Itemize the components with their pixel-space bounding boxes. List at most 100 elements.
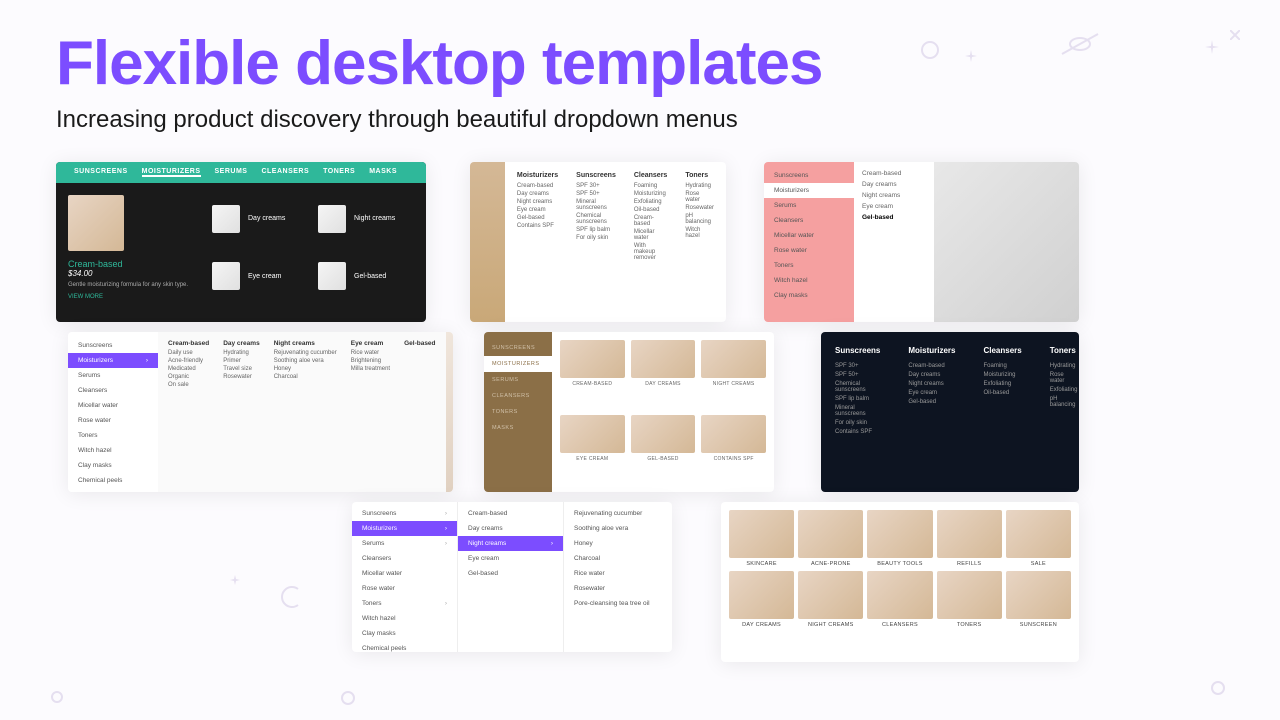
- drill-item[interactable]: Witch hazel: [352, 611, 457, 626]
- sidebar-item[interactable]: Cleansers: [68, 383, 158, 398]
- sidebar-item[interactable]: Moisturizers: [764, 183, 854, 198]
- sidebar-item[interactable]: Micellar water: [68, 398, 158, 413]
- sidebar-item[interactable]: CLEANSERS: [484, 388, 552, 404]
- sidebar-item[interactable]: SERUMS: [484, 372, 552, 388]
- drill-item[interactable]: Pore-cleansing tea tree oil: [564, 596, 670, 611]
- menu-item[interactable]: Day creams: [862, 181, 926, 188]
- category-tile[interactable]: SKINCARE: [729, 510, 794, 567]
- menu-item[interactable]: Medicated: [168, 366, 209, 372]
- sidebar-item[interactable]: Serums: [764, 198, 854, 213]
- sidebar-item[interactable]: Witch hazel: [68, 443, 158, 458]
- drill-item[interactable]: Moisturizers: [352, 521, 457, 536]
- menu-item[interactable]: Travel size: [223, 366, 260, 372]
- nav-tab[interactable]: SERUMS: [215, 168, 248, 177]
- drill-item[interactable]: Night creams: [458, 536, 563, 551]
- product-title[interactable]: Cream-based: [68, 259, 198, 269]
- menu-item[interactable]: With makeup remover: [634, 243, 667, 261]
- menu-item[interactable]: Exfoliating: [634, 199, 667, 205]
- menu-item[interactable]: Gel-based: [908, 399, 955, 405]
- menu-item[interactable]: Mineral sunscreens: [576, 199, 616, 211]
- nav-tab[interactable]: MASKS: [369, 168, 397, 177]
- menu-item[interactable]: Daily use: [168, 350, 209, 356]
- menu-item[interactable]: Hydrating: [223, 350, 260, 356]
- menu-item[interactable]: Foaming: [634, 183, 667, 189]
- grid-item[interactable]: NIGHT CREAMS: [701, 340, 766, 409]
- drill-item[interactable]: Charcoal: [564, 551, 670, 566]
- drill-item[interactable]: Rosewater: [564, 581, 670, 596]
- grid-item[interactable]: EYE CREAM: [560, 415, 625, 484]
- menu-item[interactable]: For oily skin: [835, 420, 880, 426]
- menu-item[interactable]: pH balancing: [1050, 396, 1078, 408]
- category-tile[interactable]: NIGHT CREAMS: [798, 571, 863, 628]
- nav-tab[interactable]: SUNSCREENS: [74, 168, 128, 177]
- menu-item[interactable]: Night creams: [908, 381, 955, 387]
- sidebar-item[interactable]: SUNSCREENS: [484, 340, 552, 356]
- menu-item[interactable]: Acne-friendly: [168, 358, 209, 364]
- column-heading[interactable]: Cream-based: [168, 340, 209, 347]
- menu-item[interactable]: Eye cream: [862, 203, 926, 210]
- nav-tab[interactable]: MOISTURIZERS: [142, 168, 201, 177]
- menu-item[interactable]: SPF 30+: [835, 363, 880, 369]
- menu-item[interactable]: Night creams: [318, 195, 414, 243]
- sidebar-item[interactable]: Cleansers: [764, 213, 854, 228]
- menu-item[interactable]: SPF 50+: [835, 372, 880, 378]
- menu-item[interactable]: Organic: [168, 374, 209, 380]
- menu-item[interactable]: Night creams: [517, 199, 558, 205]
- category-tile[interactable]: TONERS: [937, 571, 1002, 628]
- menu-item[interactable]: Day creams: [517, 191, 558, 197]
- drill-item[interactable]: Honey: [564, 536, 670, 551]
- menu-item[interactable]: Day creams: [212, 195, 308, 243]
- drill-item[interactable]: Eye cream: [458, 551, 563, 566]
- menu-item[interactable]: Cream-based: [908, 363, 955, 369]
- menu-item[interactable]: Hydrating: [1050, 363, 1078, 369]
- menu-item[interactable]: Eye cream: [517, 207, 558, 213]
- column-heading[interactable]: Gel-based: [404, 340, 435, 347]
- menu-item[interactable]: Rose water: [685, 191, 714, 203]
- sidebar-item[interactable]: TONERS: [484, 404, 552, 420]
- menu-item[interactable]: Rejuvenating cucumber: [274, 350, 337, 356]
- menu-item[interactable]: Night creams: [862, 192, 926, 199]
- menu-item[interactable]: Milla treatment: [351, 366, 390, 372]
- menu-item[interactable]: SPF lip balm: [576, 227, 616, 233]
- sidebar-item[interactable]: Moisturizers›: [68, 353, 158, 368]
- drill-item[interactable]: Sunscreens: [352, 506, 457, 521]
- menu-item[interactable]: Gel-based: [862, 214, 926, 221]
- grid-item[interactable]: CREAM-BASED: [560, 340, 625, 409]
- drill-item[interactable]: Rice water: [564, 566, 670, 581]
- menu-item[interactable]: Day creams: [908, 372, 955, 378]
- menu-item[interactable]: Witch hazel: [685, 227, 714, 239]
- sidebar-item[interactable]: MASKS: [484, 420, 552, 436]
- sidebar-item[interactable]: Sunscreens: [68, 338, 158, 353]
- drill-item[interactable]: Chemical peels: [352, 641, 457, 652]
- grid-item[interactable]: GEL-BASED: [631, 415, 696, 484]
- menu-item[interactable]: Chemical sunscreens: [835, 381, 880, 393]
- drill-item[interactable]: Soothing aloe vera: [564, 521, 670, 536]
- sidebar-item[interactable]: Witch hazel: [764, 273, 854, 288]
- drill-item[interactable]: Gel-based: [458, 566, 563, 581]
- sidebar-item[interactable]: Serums: [68, 368, 158, 383]
- nav-tab[interactable]: CLEANSERS: [261, 168, 309, 177]
- sidebar-item[interactable]: Clay masks: [764, 288, 854, 303]
- menu-item[interactable]: Brightening: [351, 358, 390, 364]
- menu-item[interactable]: Rosewater: [685, 205, 714, 211]
- view-more-link[interactable]: VIEW MORE: [68, 294, 198, 300]
- nav-tab[interactable]: TONERS: [323, 168, 355, 177]
- menu-item[interactable]: SPF 50+: [576, 191, 616, 197]
- sidebar-item[interactable]: MOISTURIZERS: [484, 356, 552, 372]
- menu-item[interactable]: Gel-based: [517, 215, 558, 221]
- menu-item[interactable]: Contains SPF: [517, 223, 558, 229]
- menu-item[interactable]: Rice water: [351, 350, 390, 356]
- sidebar-item[interactable]: Rose water: [68, 413, 158, 428]
- menu-item[interactable]: Honey: [274, 366, 337, 372]
- menu-item[interactable]: For oily skin: [576, 235, 616, 241]
- grid-item[interactable]: CONTAINS SPF: [701, 415, 766, 484]
- menu-item[interactable]: pH balancing: [685, 213, 714, 225]
- sidebar-item[interactable]: Clay masks: [68, 458, 158, 473]
- menu-item[interactable]: Cream-based: [862, 170, 926, 177]
- category-tile[interactable]: ACNE-PRONE: [798, 510, 863, 567]
- menu-item[interactable]: On sale: [168, 382, 209, 388]
- menu-item[interactable]: Exfoliating: [983, 381, 1021, 387]
- menu-item[interactable]: Soothing aloe vera: [274, 358, 337, 364]
- drill-item[interactable]: Day creams: [458, 521, 563, 536]
- category-tile[interactable]: SUNSCREEN: [1006, 571, 1071, 628]
